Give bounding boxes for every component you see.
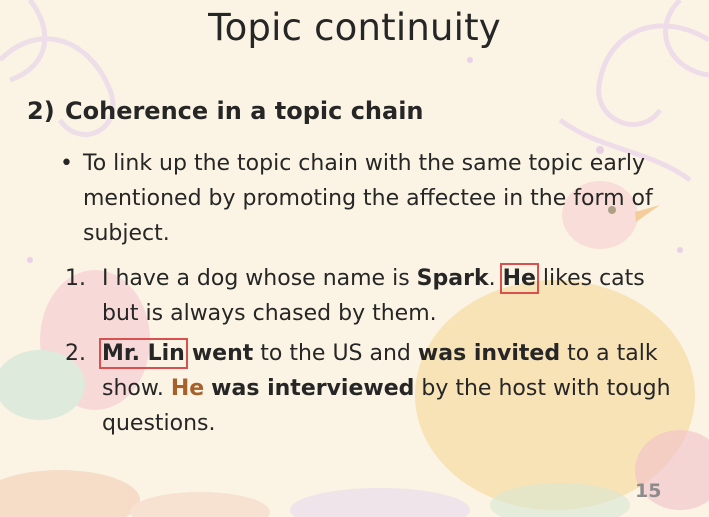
text-segment: I have a dog whose name is <box>102 266 417 291</box>
slide-title: Topic continuity <box>208 6 501 49</box>
bullet-symbol: • <box>60 151 73 176</box>
text-segment: to the US and <box>253 341 418 366</box>
example-item-2: 2. Mr. Lin went to the US and was invite… <box>65 336 675 441</box>
section-heading: 2) Coherence in a topic chain <box>27 97 424 125</box>
highlighted-pronoun-he: He <box>170 376 205 401</box>
example-number: 1. <box>65 266 86 291</box>
bullet-text: To link up the topic chain with the same… <box>83 151 653 246</box>
section-number: 2) <box>27 97 55 125</box>
bullet-point: • To link up the topic chain with the sa… <box>60 146 680 251</box>
text-segment: . <box>488 266 503 291</box>
topic-word-spark: Spark <box>416 266 489 291</box>
slide: Topic continuity 2) Coherence in a topic … <box>0 0 709 517</box>
section-heading-text: Coherence in a topic chain <box>65 97 424 125</box>
example-text: I have a dog whose name is Spark. He lik… <box>102 261 675 331</box>
example-item-1: 1. I have a dog whose name is Spark. He … <box>65 261 675 331</box>
page-number: 15 <box>635 480 662 502</box>
verb-was-invited: was invited <box>417 341 561 366</box>
example-number: 2. <box>65 341 86 366</box>
text-segment <box>185 341 192 366</box>
verb-went: went <box>191 341 254 366</box>
boxed-subject-mr-lin: Mr. Lin <box>99 338 188 369</box>
boxed-pronoun-he: He <box>499 263 539 294</box>
verb-was-interviewed: was interviewed <box>211 376 415 401</box>
example-text: Mr. Lin went to the US and was invited t… <box>99 336 675 441</box>
